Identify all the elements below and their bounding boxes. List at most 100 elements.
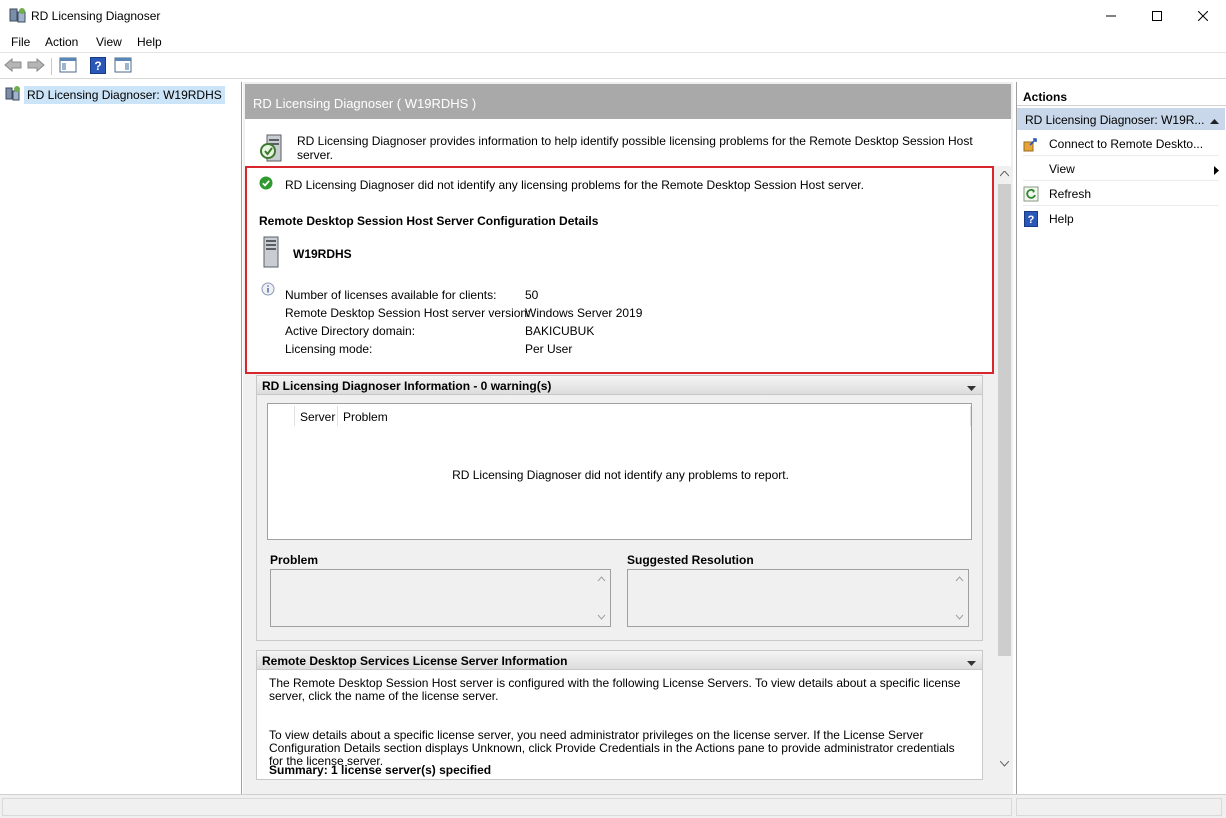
detail-key: Licensing mode:: [285, 342, 373, 356]
textbox-scrollbar[interactable]: [594, 571, 609, 625]
center-pane: RD Licensing Diagnoser ( W19RDHS ) RD Li…: [243, 82, 1013, 794]
window-title: RD Licensing Diagnoser: [31, 9, 161, 23]
detail-key: Number of licenses available for clients…: [285, 288, 497, 302]
actions-pane: Actions RD Licensing Diagnoser: W19R... …: [1016, 82, 1226, 794]
group-header[interactable]: Remote Desktop Services License Server I…: [257, 651, 982, 670]
problems-grid: Server Problem RD Licensing Diagnoser di…: [267, 403, 972, 540]
action-connect[interactable]: Connect to Remote Deskto...: [1023, 132, 1219, 156]
connect-icon: [1023, 136, 1039, 152]
status-message: RD Licensing Diagnoser did not identify …: [285, 177, 864, 192]
action-label: Refresh: [1049, 186, 1092, 201]
menu-bar: File Action View Help: [0, 31, 1226, 53]
problem-label: Problem: [270, 553, 319, 567]
scroll-area: RD Licensing Diagnoser did not identify …: [245, 166, 1012, 794]
action-refresh[interactable]: Refresh: [1023, 182, 1219, 206]
show-hide-console-tree-icon: [59, 57, 77, 76]
collapse-caret-icon[interactable]: [967, 381, 976, 395]
config-title: Remote Desktop Session Host Server Confi…: [259, 214, 599, 228]
show-hide-console-tree-button[interactable]: [58, 57, 78, 76]
server-name: W19RDHS: [293, 246, 352, 261]
maximize-button[interactable]: [1134, 0, 1180, 31]
status-cell: [1016, 798, 1222, 816]
action-label: View: [1049, 161, 1075, 176]
status-line: RD Licensing Diagnoser did not identify …: [259, 176, 864, 193]
collapse-caret-icon[interactable]: [967, 656, 976, 670]
column-divider: [294, 406, 295, 426]
help-icon: ?: [1023, 211, 1039, 227]
maximize-icon: [1152, 10, 1162, 21]
column-divider: [970, 406, 971, 426]
status-bar: [0, 794, 1226, 818]
license-paragraph: The Remote Desktop Session Host server i…: [269, 676, 961, 703]
show-hide-action-pane-icon: [114, 57, 132, 76]
intro: RD Licensing Diagnoser provides informat…: [259, 129, 1011, 166]
forward-button[interactable]: [27, 57, 45, 76]
intro-text: RD Licensing Diagnoser provides informat…: [297, 133, 973, 162]
svg-text:?: ?: [94, 59, 101, 73]
action-label: Help: [1049, 212, 1074, 226]
actions-selected-node[interactable]: RD Licensing Diagnoser: W19R...: [1017, 108, 1225, 130]
detail-value: Per User: [525, 342, 573, 356]
detail-value: 50: [525, 288, 539, 302]
textbox-scrollbar[interactable]: [952, 571, 967, 625]
center-header: RD Licensing Diagnoser ( W19RDHS ): [245, 84, 1011, 119]
refresh-icon: [1023, 186, 1039, 202]
group-header[interactable]: RD Licensing Diagnoser Information - 0 w…: [257, 376, 982, 395]
detail-value: Windows Server 2019: [525, 306, 643, 320]
show-hide-action-pane-button[interactable]: [113, 57, 133, 76]
back-arrow-icon: [4, 57, 22, 75]
action-help[interactable]: ? Help: [1023, 207, 1219, 231]
status-cell: [2, 798, 1012, 816]
server-icon: [261, 236, 281, 271]
detail-key: Active Directory domain:: [285, 324, 416, 338]
problem-textbox[interactable]: [270, 569, 611, 627]
title-bar: RD Licensing Diagnoser: [0, 0, 1226, 31]
detail-key: Remote Desktop Session Host server versi…: [285, 306, 531, 320]
collapse-up-icon[interactable]: [1210, 114, 1219, 128]
license-summary: Summary: 1 license server(s) specified: [269, 763, 492, 777]
menu-file[interactable]: File: [11, 35, 30, 49]
scrollbar-thumb[interactable]: [998, 184, 1011, 656]
vertical-scrollbar[interactable]: [997, 166, 1012, 774]
help-toolbar-button[interactable]: ?: [89, 56, 107, 77]
group-title: Remote Desktop Services License Server I…: [262, 654, 568, 668]
actions-selected-label: RD Licensing Diagnoser: W19R...: [1025, 113, 1205, 127]
back-button[interactable]: [4, 57, 22, 76]
resolution-textbox[interactable]: [627, 569, 969, 627]
diagnoser-icon: [259, 129, 287, 166]
server-row: W19RDHS: [261, 236, 352, 271]
forward-arrow-icon: [27, 57, 45, 75]
menu-action[interactable]: Action: [45, 35, 78, 49]
configuration-summary: RD Licensing Diagnoser did not identify …: [245, 166, 994, 374]
tree-item-label: RD Licensing Diagnoser: W19RDHS: [24, 85, 225, 104]
empty-message: RD Licensing Diagnoser did not identify …: [452, 468, 789, 482]
success-check-icon: [259, 176, 273, 193]
rd-licensing-icon: [9, 7, 27, 24]
actions-title: Actions: [1017, 84, 1226, 106]
help-icon: ?: [90, 56, 106, 77]
action-label: Connect to Remote Deskto...: [1049, 136, 1204, 151]
minimize-icon: [1106, 11, 1116, 21]
submenu-arrow-icon: [1214, 164, 1219, 178]
close-button[interactable]: [1180, 0, 1226, 31]
tree-item-root[interactable]: RD Licensing Diagnoser: W19RDHS: [5, 85, 225, 104]
view-icon-placeholder: [1023, 161, 1039, 177]
scroll-up-icon[interactable]: [997, 166, 1012, 182]
column-header-problem[interactable]: Problem: [343, 410, 388, 424]
toolbar-separator: [51, 58, 52, 75]
column-header-server[interactable]: Server: [300, 410, 335, 424]
menu-help[interactable]: Help: [137, 35, 162, 49]
diagnoser-information-group: RD Licensing Diagnoser Information - 0 w…: [256, 375, 983, 641]
rd-licensing-icon: [5, 85, 21, 104]
minimize-button[interactable]: [1088, 0, 1134, 31]
menu-view[interactable]: View: [96, 35, 122, 49]
group-title: RD Licensing Diagnoser Information - 0 w…: [262, 379, 552, 393]
toolbar: ?: [0, 54, 1226, 79]
scroll-down-icon[interactable]: [997, 756, 1012, 772]
resolution-label: Suggested Resolution: [627, 553, 754, 567]
info-icon: [261, 282, 275, 299]
action-view[interactable]: View: [1023, 157, 1219, 181]
license-server-information-group: Remote Desktop Services License Server I…: [256, 650, 983, 780]
detail-value: BAKICUBUK: [525, 324, 595, 338]
console-tree: RD Licensing Diagnoser: W19RDHS: [0, 82, 242, 794]
